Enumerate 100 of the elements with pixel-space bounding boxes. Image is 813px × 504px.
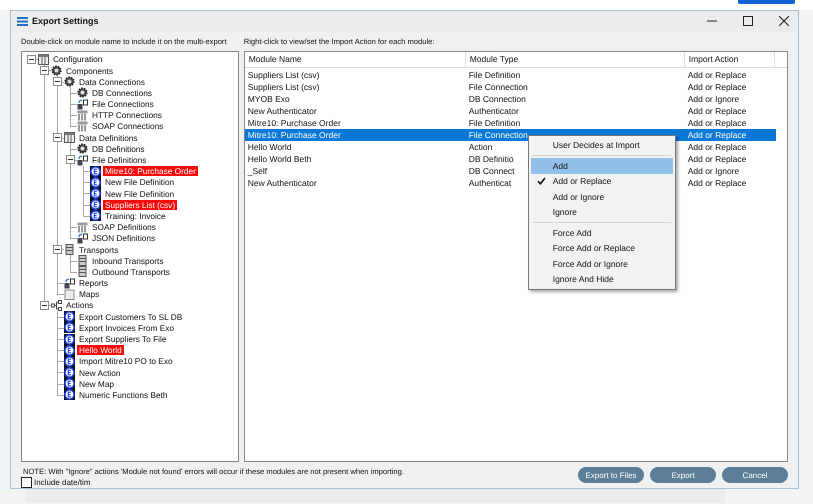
tree-item[interactable]: DB Connections [90,88,154,98]
gear-icon [77,143,88,154]
server-icon [64,244,75,255]
tree-item[interactable]: SOAP Definitions [90,222,158,232]
tree-item[interactable]: Suppliers List (csv) [103,200,178,210]
menu-item[interactable]: Force Add or Replace [530,240,673,256]
collapse-icon[interactable] [53,133,62,142]
collapse-icon[interactable] [66,155,75,164]
checkbox[interactable] [21,477,32,488]
column-header[interactable]: Module Name [244,52,466,67]
tree-item[interactable]: New File Definition [103,177,176,188]
table-cell: File Connection [468,80,528,93]
dialog-button[interactable]: Export [650,467,716,483]
tree-item[interactable]: Reports [77,278,110,288]
tree-item[interactable]: Inbound Transports [90,256,166,266]
tree-item[interactable]: Mitre10: Purchase Order [103,166,198,176]
table-cell: Mitre10: Purchase Order [248,128,341,141]
collapse-icon[interactable] [27,54,36,64]
module-icon [90,188,101,200]
tree-item[interactable]: HTTP Connections [90,110,164,120]
table-cell: DB Definitio [468,152,514,165]
transfer-icon [77,154,88,166]
table-icon [38,54,49,65]
module-icon [64,334,75,344]
table-cell: Hello World [248,140,292,153]
menu-item[interactable]: Add [530,158,673,174]
table-cell: File Connection [468,128,528,141]
tree-item[interactable]: DB Definitions [90,144,147,154]
tree-item[interactable]: Actions [64,300,96,310]
server-icon [77,266,88,278]
window-title: Export Settings [32,16,99,26]
tree-item[interactable]: File Connections [90,99,156,110]
tree-item[interactable]: Training: Invoice [103,210,168,221]
tree-item[interactable]: Export Suppliers To File [77,334,168,344]
tree-item[interactable]: Outbound Transports [90,266,172,277]
menu-item[interactable]: Force Add [530,225,673,241]
table-cell: Add or Ignore [688,92,740,105]
server-icon [77,255,88,266]
module-icon [64,389,75,400]
tree-item[interactable]: Data Connections [77,76,147,87]
tree-item[interactable]: New Map [77,378,116,389]
tree-item[interactable]: Components [64,66,116,76]
collapse-icon[interactable] [53,244,62,254]
close-icon[interactable] [779,16,789,26]
menu-item[interactable]: Ignore [530,204,673,220]
table-cell: Add or Replace [688,152,746,165]
table-cell: Mitre10: Purchase Order [248,116,341,129]
dialog-button[interactable]: Export to Files [578,467,644,483]
table-cell: File Definition [468,116,520,129]
tree-item[interactable]: Data Definitions [77,132,140,143]
checkmark-icon [537,177,546,186]
table-cell: _Self [248,164,268,177]
menu-item[interactable]: Add or Ignore [530,189,673,205]
tree-item[interactable]: New Action [77,368,123,378]
tree-item[interactable]: SOAP Connections [90,121,166,132]
column-header[interactable]: Import Action [684,52,775,67]
column-header[interactable]: Module Type [466,52,685,67]
network-icon [51,300,62,311]
page-icon [64,288,75,300]
tree-item[interactable]: File Definitions [90,155,148,165]
module-icon [64,311,75,322]
gear-icon [77,87,88,98]
tree-item[interactable]: Hello World [77,345,124,356]
menu-item[interactable]: Ignore And Hide [530,272,673,288]
gear-icon [64,76,75,88]
table-cell: DB Connection [468,92,526,105]
grid-icon [77,120,88,132]
tree-item[interactable]: JSON Definitions [90,233,158,244]
tree-item[interactable]: Export Customers To SL DB [77,312,184,322]
tree-item[interactable]: New File Definition [103,188,176,199]
table-cell: MYOB Exo [248,92,290,105]
tree-item[interactable]: Import Mitre10 PO to Exo [77,356,175,366]
transfer-icon [77,232,88,244]
maximize-icon[interactable] [743,16,753,26]
menu-item[interactable]: Force Add or Ignore [530,256,673,272]
checkbox-label: Include date/tim [34,478,90,487]
grid-icon [77,110,88,121]
tree-item[interactable]: Export Invoices From Exo [77,322,176,333]
table-cell: Authenticat [468,176,512,189]
module-icon [64,322,75,334]
table-cell: Suppliers List (csv) [248,68,320,81]
tree-item[interactable]: Transports [77,244,120,254]
menu-icon [17,16,28,26]
collapse-icon[interactable] [40,300,49,310]
tree-item[interactable]: Numeric Functions Beth [77,390,170,400]
module-icon [64,367,75,378]
collapse-icon[interactable] [40,66,49,75]
dialog-button[interactable]: Cancel [722,467,788,483]
tree-item[interactable]: Configuration [51,54,104,64]
table-cell: File Definition [468,68,520,81]
transfer-icon [77,98,88,110]
menu-item[interactable]: Add or Replace [530,174,673,190]
table-cell: Add or Replace [688,68,746,81]
module-icon [90,176,101,188]
collapse-icon[interactable] [53,77,62,86]
tree-item[interactable]: Maps [77,289,102,300]
table-cell: New Authenticator [248,104,317,117]
module-icon [64,378,75,390]
table-cell: Add or Replace [688,104,746,117]
table-cell: Action [468,140,492,153]
